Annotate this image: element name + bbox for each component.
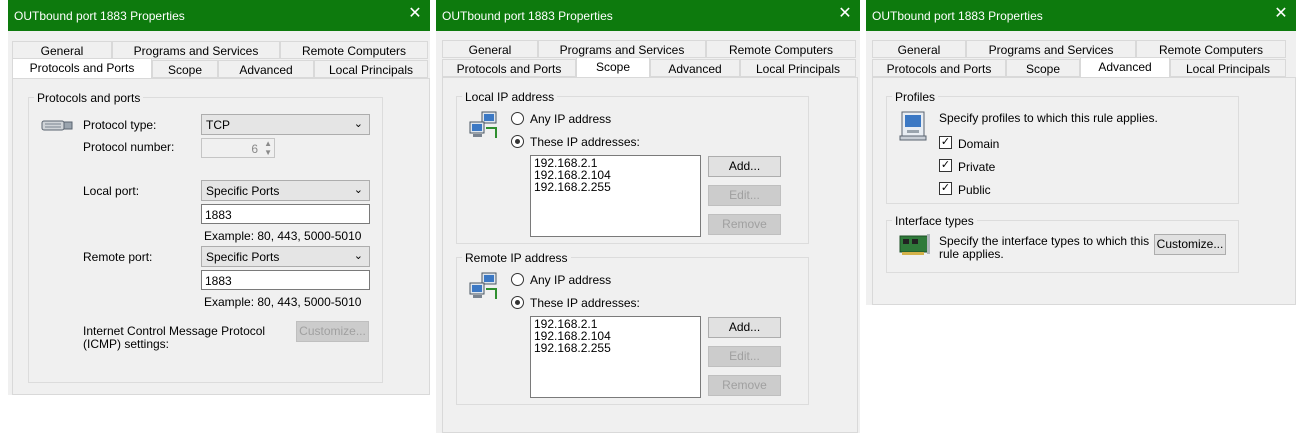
icmp-settings-label-line2: (ICMP) settings: xyxy=(83,337,170,351)
local-edit-button[interactable]: Edit... xyxy=(708,185,781,206)
stepper-arrows-icon: ▲ ▼ xyxy=(264,139,272,157)
local-any-ip-radio[interactable] xyxy=(511,112,524,125)
tab-scope[interactable]: Scope xyxy=(1006,59,1080,77)
window-title: OUTbound port 1883 Properties xyxy=(872,9,1043,23)
domain-checkbox[interactable]: ✓ xyxy=(939,136,952,149)
local-port-input[interactable]: 1883 xyxy=(201,204,370,224)
tab-remote-computers[interactable]: Remote Computers xyxy=(706,40,856,58)
interface-types-description-line1: Specify the interface types to which thi… xyxy=(939,234,1150,248)
tab-local-principals[interactable]: Local Principals xyxy=(314,60,428,78)
chevron-down-icon: ⌄ xyxy=(353,184,363,196)
remote-any-ip-radio[interactable] xyxy=(511,273,524,286)
interface-customize-button[interactable]: Customize... xyxy=(1154,234,1226,255)
protocol-type-label: Protocol type: xyxy=(83,118,157,132)
remote-port-example: Example: 80, 443, 5000-5010 xyxy=(204,295,362,309)
remote-edit-button[interactable]: Edit... xyxy=(708,346,781,367)
protocols-group-title: Protocols and ports xyxy=(34,91,144,105)
tab-scope[interactable]: Scope xyxy=(576,57,650,78)
local-port-value: 1883 xyxy=(205,208,232,222)
close-icon[interactable]: ✕ xyxy=(1273,5,1289,23)
local-these-ip-label: These IP addresses: xyxy=(530,135,640,149)
tab-programs-and-services[interactable]: Programs and Services xyxy=(966,40,1136,58)
tab-scope[interactable]: Scope xyxy=(152,60,218,78)
local-remove-button[interactable]: Remove xyxy=(708,214,781,235)
properties-window-advanced: OUTbound port 1883 Properties ✕ General … xyxy=(866,0,1296,305)
tab-programs-and-services[interactable]: Programs and Services xyxy=(112,41,280,59)
remote-ip-group-title: Remote IP address xyxy=(462,251,571,265)
remote-port-input[interactable]: 1883 xyxy=(201,270,370,290)
icmp-customize-button[interactable]: Customize... xyxy=(296,321,369,342)
title-bar: OUTbound port 1883 Properties ✕ xyxy=(866,0,1296,31)
tab-local-principals[interactable]: Local Principals xyxy=(740,59,856,77)
tab-protocols-and-ports[interactable]: Protocols and Ports xyxy=(872,59,1006,77)
local-any-ip-label: Any IP address xyxy=(530,112,612,126)
tab-general[interactable]: General xyxy=(12,41,112,59)
protocol-type-value: TCP xyxy=(206,118,230,132)
local-port-select[interactable]: Specific Ports ⌄ xyxy=(201,180,370,201)
tab-protocols-and-ports[interactable]: Protocols and Ports xyxy=(442,59,576,77)
network-cable-icon xyxy=(41,120,73,131)
chevron-down-icon: ⌄ xyxy=(353,250,363,262)
protocol-type-select[interactable]: TCP ⌄ xyxy=(201,114,370,135)
title-bar: OUTbound port 1883 Properties ✕ xyxy=(436,0,860,31)
profiles-group-title: Profiles xyxy=(892,90,939,104)
private-checkbox[interactable]: ✓ xyxy=(939,159,952,172)
window-title: OUTbound port 1883 Properties xyxy=(442,9,613,23)
chevron-down-icon: ⌄ xyxy=(353,118,363,130)
local-ip-group-title: Local IP address xyxy=(462,90,558,104)
tab-programs-and-services[interactable]: Programs and Services xyxy=(538,40,706,58)
remote-add-button[interactable]: Add... xyxy=(708,317,781,338)
network-card-icon xyxy=(899,234,930,255)
remote-port-label: Remote port: xyxy=(83,250,153,264)
network-computers-icon xyxy=(469,111,497,138)
icmp-settings-label-line1: Internet Control Message Protocol xyxy=(83,324,266,338)
remote-port-value: 1883 xyxy=(205,274,232,288)
tab-advanced[interactable]: Advanced xyxy=(1080,57,1170,78)
profiles-description: Specify profiles to which this rule appl… xyxy=(939,111,1158,125)
remote-port-mode: Specific Ports xyxy=(206,250,280,264)
tab-remote-computers[interactable]: Remote Computers xyxy=(1136,40,1286,58)
interface-types-description-line2: rule applies. xyxy=(939,247,1004,261)
remote-these-ip-label: These IP addresses: xyxy=(530,296,640,310)
window-title: OUTbound port 1883 Properties xyxy=(14,9,185,23)
private-label: Private xyxy=(958,160,996,174)
public-label: Public xyxy=(958,183,991,197)
remote-any-ip-label: Any IP address xyxy=(530,273,612,287)
tab-remote-computers[interactable]: Remote Computers xyxy=(280,41,428,59)
computer-profile-icon xyxy=(899,111,927,141)
interface-types-group-title: Interface types xyxy=(892,214,977,228)
tab-general[interactable]: General xyxy=(442,40,538,58)
domain-label: Domain xyxy=(958,137,1000,151)
tab-advanced[interactable]: Advanced xyxy=(650,59,740,77)
remote-these-ip-radio[interactable] xyxy=(511,296,524,309)
local-add-button[interactable]: Add... xyxy=(708,156,781,177)
local-these-ip-radio[interactable] xyxy=(511,135,524,148)
remote-remove-button[interactable]: Remove xyxy=(708,375,781,396)
list-item[interactable]: 192.168.2.255 xyxy=(534,342,697,354)
close-icon[interactable]: ✕ xyxy=(837,5,853,23)
properties-window-protocols: OUTbound port 1883 Properties ✕ General … xyxy=(8,0,430,395)
protocol-number-value: 6 xyxy=(251,142,258,156)
properties-window-scope: OUTbound port 1883 Properties ✕ General … xyxy=(436,0,860,433)
tab-advanced[interactable]: Advanced xyxy=(218,60,314,78)
local-port-example: Example: 80, 443, 5000-5010 xyxy=(204,229,362,243)
network-computers-icon xyxy=(469,272,497,299)
public-checkbox[interactable]: ✓ xyxy=(939,182,952,195)
close-icon[interactable]: ✕ xyxy=(407,5,423,23)
title-bar: OUTbound port 1883 Properties ✕ xyxy=(8,0,430,31)
tab-general[interactable]: General xyxy=(872,40,966,58)
remote-port-select[interactable]: Specific Ports ⌄ xyxy=(201,246,370,267)
local-port-mode: Specific Ports xyxy=(206,184,280,198)
local-ip-list[interactable]: 192.168.2.1 192.168.2.104 192.168.2.255 xyxy=(530,155,701,237)
protocol-number-stepper: 6 ▲ ▼ xyxy=(201,138,275,158)
remote-ip-list[interactable]: 192.168.2.1 192.168.2.104 192.168.2.255 xyxy=(530,316,701,398)
tab-local-principals[interactable]: Local Principals xyxy=(1170,59,1286,77)
tab-protocols-and-ports[interactable]: Protocols and Ports xyxy=(12,58,152,79)
protocol-number-label: Protocol number: xyxy=(83,140,175,154)
list-item[interactable]: 192.168.2.255 xyxy=(534,181,697,193)
local-port-label: Local port: xyxy=(83,184,140,198)
